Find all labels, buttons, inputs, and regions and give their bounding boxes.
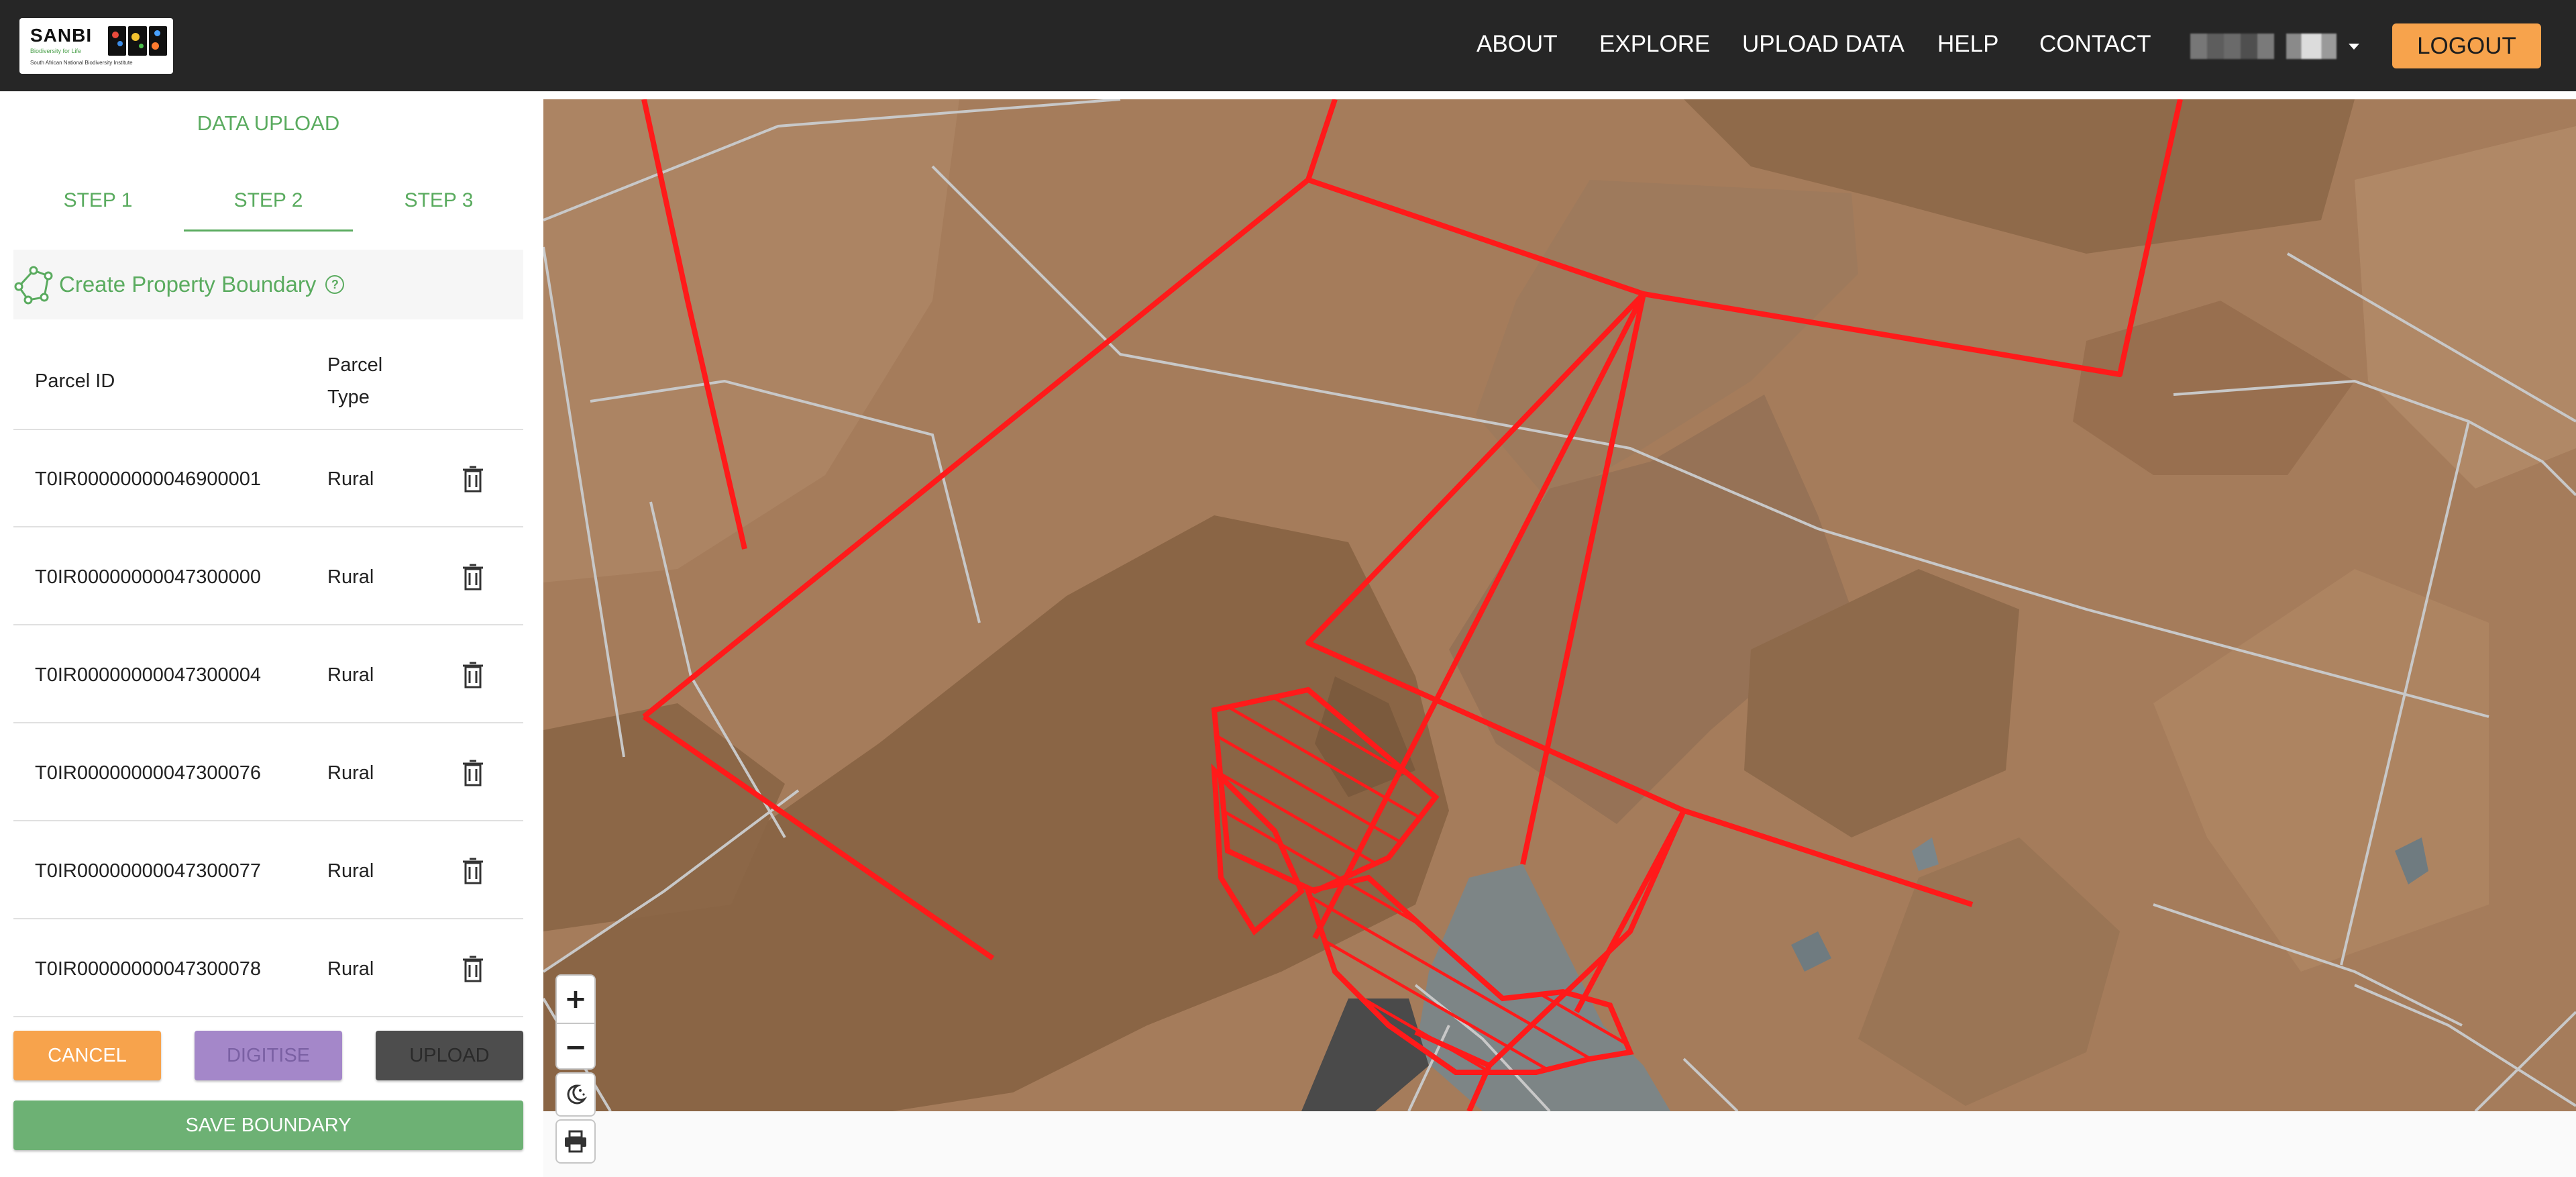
map-footer	[543, 1111, 2576, 1177]
digitise-button[interactable]: DIGITISE	[195, 1031, 342, 1080]
zoom-control: + −	[555, 974, 596, 1070]
nav-contact[interactable]: CONTACT	[2039, 31, 2151, 58]
parcel-table: Parcel ID Parcel Type T0IR00000000046900…	[13, 333, 523, 1074]
chevron-down-icon	[2349, 43, 2359, 50]
table-row: T0IR00000000047300004 Rural	[13, 625, 523, 723]
parcel-id: T0IR00000000047300000	[35, 566, 262, 588]
parcel-type: Rural	[327, 860, 374, 882]
data-upload-panel: DATA UPLOAD STEP 1 STEP 2 STEP 3 Create …	[0, 91, 543, 1177]
logo-tile-2	[128, 26, 147, 56]
trash-icon[interactable]	[460, 758, 486, 788]
panel-title: DATA UPLOAD	[197, 111, 340, 135]
active-tab-indicator	[184, 229, 353, 232]
create-boundary-label[interactable]: Create Property Boundary	[59, 272, 316, 297]
nav-upload-data[interactable]: UPLOAD DATA	[1742, 31, 1904, 58]
printer-icon	[565, 1130, 586, 1153]
logo-subtitle: South African National Biodiversity Inst…	[30, 60, 133, 66]
logo-text: SANBI	[30, 25, 93, 46]
create-boundary-bar[interactable]: Create Property Boundary ?	[13, 250, 523, 319]
tab-step-3[interactable]: STEP 3	[354, 189, 523, 212]
save-boundary-button[interactable]: SAVE BOUNDARY	[13, 1101, 523, 1150]
parcel-type: Rural	[327, 664, 374, 686]
table-row: T0IR00000000047300078 Rural	[13, 919, 523, 1017]
nav-help[interactable]: HELP	[1937, 31, 1998, 58]
user-menu[interactable]	[2190, 32, 2359, 60]
moon-stars-icon	[567, 1084, 587, 1105]
trash-icon[interactable]	[460, 954, 486, 984]
parcel-id: T0IR00000000047300004	[35, 664, 262, 686]
user-name-redacted	[2190, 34, 2274, 59]
table-row: T0IR00000000047300000 Rural	[13, 527, 523, 625]
parcel-type: Rural	[327, 958, 374, 980]
help-circle-icon[interactable]: ?	[325, 275, 345, 294]
table-row: T0IR00000000046900001 Rural	[13, 429, 523, 527]
tab-step-2[interactable]: STEP 2	[184, 189, 353, 212]
trash-icon[interactable]	[460, 562, 486, 592]
logo-tile-1	[108, 26, 127, 56]
nav-explore[interactable]: EXPLORE	[1599, 31, 1710, 58]
theme-toggle-button[interactable]	[555, 1072, 596, 1117]
polygon-draw-icon	[14, 266, 53, 305]
parcel-id: T0IR00000000047300077	[35, 860, 262, 882]
parcel-type: Rural	[327, 468, 374, 490]
trash-icon[interactable]	[460, 660, 486, 690]
logo-tagline: Biodiversity for Life	[30, 48, 82, 54]
parcel-id: T0IR00000000047300078	[35, 958, 262, 980]
column-header-parcel-id: Parcel ID	[35, 370, 115, 392]
zoom-in-button[interactable]: +	[557, 976, 594, 1023]
parcel-id: T0IR00000000046900001	[35, 468, 262, 490]
table-row: T0IR00000000047300076 Rural	[13, 723, 523, 821]
nav-about[interactable]: ABOUT	[1477, 31, 1558, 58]
parcel-type: Rural	[327, 762, 374, 784]
parcel-id: T0IR00000000047300076	[35, 762, 262, 784]
sanbi-logo[interactable]: SANBI Biodiversity for Life South Africa…	[19, 18, 173, 74]
map-layer	[543, 99, 2576, 1111]
zoom-out-button[interactable]: −	[557, 1024, 594, 1071]
print-button[interactable]	[555, 1119, 596, 1164]
top-navbar: SANBI Biodiversity for Life South Africa…	[0, 0, 2576, 91]
cancel-button[interactable]: CANCEL	[13, 1031, 161, 1080]
trash-icon[interactable]	[460, 464, 486, 494]
logo-tile-3	[148, 26, 167, 56]
column-header-parcel-type: Parcel Type	[327, 354, 383, 408]
trash-icon[interactable]	[460, 856, 486, 886]
upload-button[interactable]: UPLOAD	[376, 1031, 523, 1080]
logo-graphic	[108, 26, 167, 56]
table-row: T0IR00000000047300077 Rural	[13, 821, 523, 919]
user-avatar-redacted	[2286, 34, 2337, 59]
parcel-type: Rural	[327, 566, 374, 588]
map-canvas[interactable]	[543, 99, 2576, 1111]
tab-step-1[interactable]: STEP 1	[13, 189, 182, 212]
logout-button[interactable]: LOGOUT	[2392, 23, 2541, 68]
